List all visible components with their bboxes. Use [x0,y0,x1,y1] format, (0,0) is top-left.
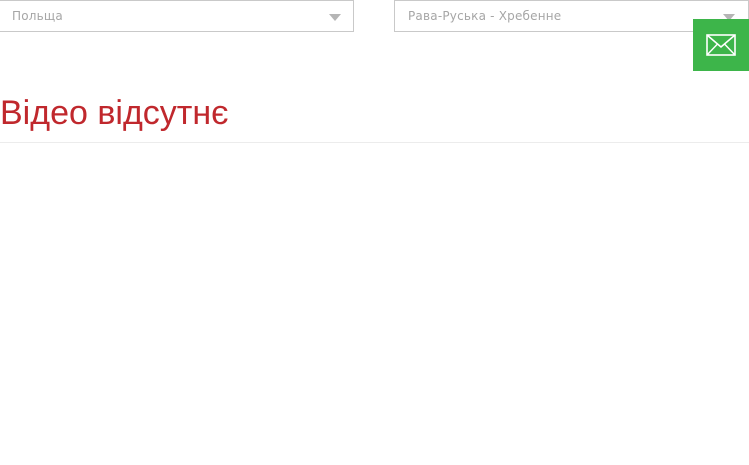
contact-mail-button[interactable] [693,19,749,71]
country-select[interactable]: Польща [0,0,354,32]
divider [0,142,749,143]
page: Польща Рава-Руська - Хребенне Відео відс… [0,0,749,465]
crossing-select-value: Рава-Руська - Хребенне [408,9,562,23]
chevron-down-icon [329,14,341,21]
video-unavailable-heading: Відео відсутнє [0,94,229,132]
country-select-value: Польща [12,9,63,23]
envelope-icon [706,34,736,56]
